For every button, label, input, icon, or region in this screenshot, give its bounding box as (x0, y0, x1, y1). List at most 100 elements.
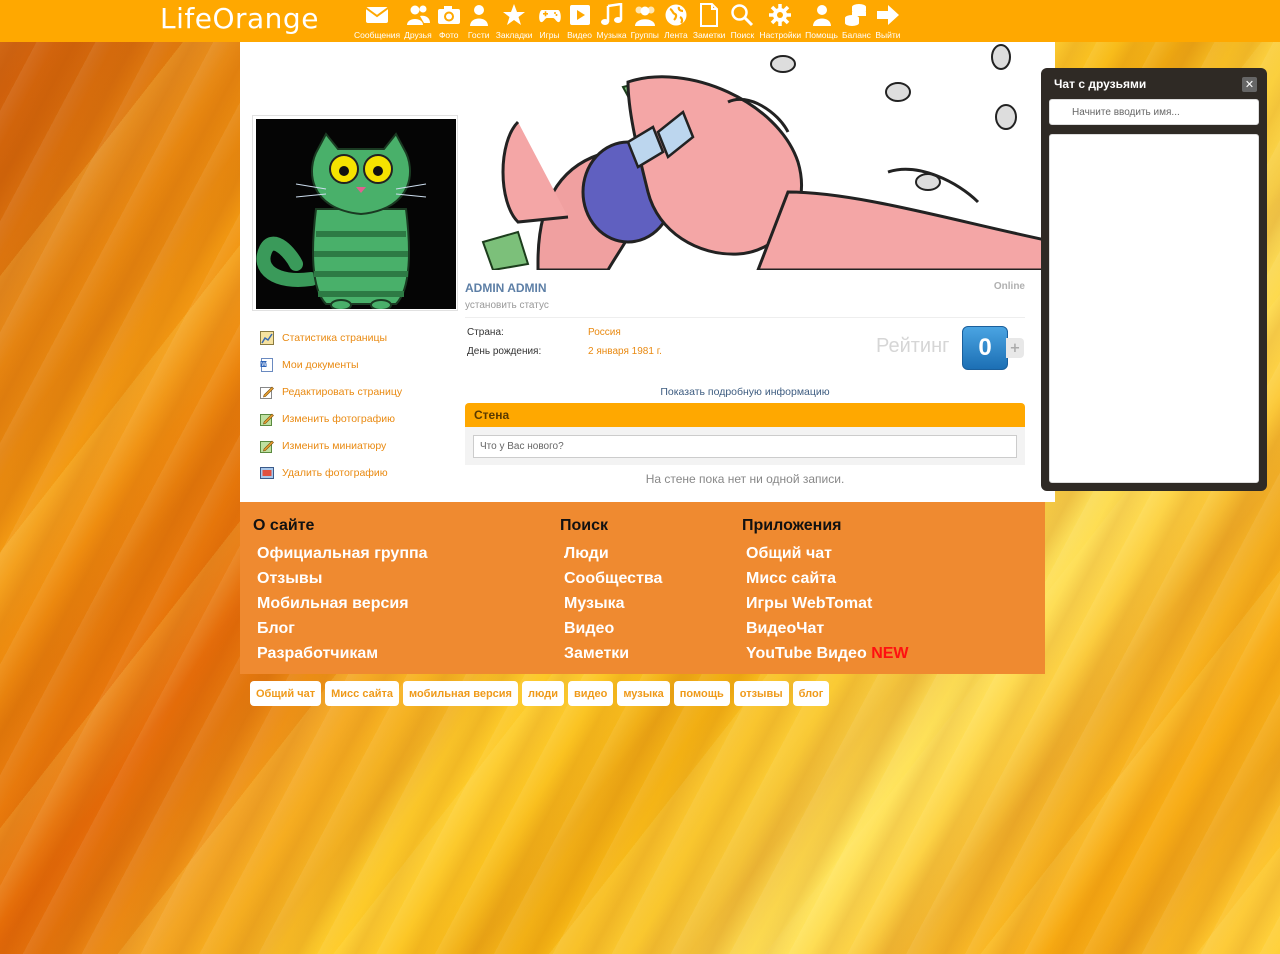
nav-logout[interactable]: Выйти (873, 2, 903, 40)
nav-feed[interactable]: Лента (661, 2, 691, 40)
change-photo-link[interactable]: Изменить фотографию (260, 405, 402, 432)
chat-title: Чат с друзьями (1054, 77, 1147, 91)
nav-balance[interactable]: Баланс (840, 2, 873, 40)
birthday-label: День рождения: (467, 346, 542, 357)
nav-help[interactable]: Помощь (803, 2, 840, 40)
wall-post-input[interactable]: Что у Вас нового? (473, 435, 1017, 458)
change-thumbnail-link[interactable]: Изменить миниатюру (260, 432, 402, 459)
nav-video[interactable]: Видео (565, 2, 595, 40)
birthday-value[interactable]: 2 января 1981 г. (588, 346, 662, 357)
show-more-info-link[interactable]: Показать подробную информацию (465, 386, 1025, 398)
footer-col-apps: Приложения Общий чат Мисс сайта Игры Web… (742, 517, 909, 666)
footer-link[interactable]: Музыка (560, 591, 662, 616)
nav-label: Закладки (495, 30, 533, 40)
footer-link[interactable]: Разработчикам (253, 641, 428, 666)
tag-link[interactable]: отзывы (733, 681, 789, 706)
profile-panel: Статистика страницы W Мои документы Реда… (240, 42, 1055, 502)
friends-icon (405, 2, 431, 28)
footer-link[interactable]: Люди (560, 541, 662, 566)
nav-photo[interactable]: Фото (434, 2, 464, 40)
rating-label: Рейтинг (876, 335, 950, 357)
close-icon[interactable]: ✕ (1242, 77, 1257, 92)
my-documents-link[interactable]: W Мои документы (260, 351, 402, 378)
nav-notes[interactable]: Заметки (691, 2, 728, 40)
nav-label: Настройки (759, 30, 802, 40)
footer-link-label: YouTube Видео (746, 645, 867, 662)
nav-friends[interactable]: Друзья (402, 2, 434, 40)
tag-link[interactable]: блог (792, 681, 830, 706)
nav-label: Выйти (875, 30, 901, 40)
nav-label: Друзья (404, 30, 432, 40)
nav-label: Гости (467, 30, 490, 40)
nav-settings[interactable]: Настройки (757, 2, 803, 40)
document-icon: W (260, 357, 273, 372)
footer-link[interactable]: ВидеоЧат (742, 616, 909, 641)
birthday-row: День рождения: 2 января 1981 г. (467, 346, 662, 357)
nav-label: Помощь (805, 30, 838, 40)
side-link-label: Удалить фотографию (282, 466, 388, 479)
footer-link[interactable]: Отзывы (253, 566, 428, 591)
avatar (256, 119, 456, 309)
footer-link[interactable]: Игры WebTomat (742, 591, 909, 616)
wall-empty-message: На стене пока нет ни одной записи. (645, 472, 845, 486)
footer-link[interactable]: Мисс сайта (742, 566, 909, 591)
wall-header: Стена (465, 403, 1025, 427)
star-icon (501, 2, 527, 28)
note-icon (696, 2, 722, 28)
tag-link[interactable]: Мисс сайта (325, 681, 399, 706)
footer-heading: Приложения (742, 517, 842, 534)
footer-link[interactable]: Блог (253, 616, 428, 641)
new-badge: NEW (871, 645, 909, 662)
nav-groups[interactable]: Группы (629, 2, 661, 40)
footer-link-youtube[interactable]: YouTube Видео NEW (742, 641, 909, 666)
footer-link[interactable]: Заметки (560, 641, 662, 666)
profile-actions: Статистика страницы W Мои документы Реда… (260, 324, 402, 486)
edit-page-link[interactable]: Редактировать страницу (260, 378, 402, 405)
rating-plus-button[interactable]: + (1006, 338, 1024, 358)
footer-link[interactable]: Общий чат (742, 541, 909, 566)
page-stats-link[interactable]: Статистика страницы (260, 324, 402, 351)
delete-photo-link[interactable]: Удалить фотографию (260, 459, 402, 486)
camera-icon (436, 2, 462, 28)
side-link-label: Изменить миниатюру (282, 439, 387, 452)
tag-link[interactable]: музыка (617, 681, 670, 706)
play-icon (567, 2, 593, 28)
exit-arrow-icon (875, 2, 901, 28)
wall-composer: Что у Вас нового? (465, 427, 1025, 465)
gear-icon (767, 2, 793, 28)
nav-guests[interactable]: Гости (464, 2, 494, 40)
country-value[interactable]: Россия (588, 327, 621, 338)
help-person-icon (809, 2, 835, 28)
nav-label: Видео (567, 30, 592, 40)
nav-search[interactable]: Поиск (727, 2, 757, 40)
side-link-label: Статистика страницы (282, 331, 388, 344)
footer-link[interactable]: Видео (560, 616, 662, 641)
groups-icon (632, 2, 658, 28)
avatar-frame[interactable] (252, 115, 458, 311)
music-note-icon (599, 2, 625, 28)
footer-link[interactable]: Официальная группа (253, 541, 428, 566)
envelope-icon (364, 2, 390, 28)
tag-link[interactable]: Общий чат (250, 681, 322, 706)
nav-games[interactable]: Игры (535, 2, 565, 40)
friends-chat: Чат с друзьями ✕ Начните вводить имя... (1041, 68, 1267, 491)
footer-link[interactable]: Мобильная версия (253, 591, 428, 616)
set-status-link[interactable]: установить статус (465, 300, 549, 311)
nav-music[interactable]: Музыка (595, 2, 629, 40)
chat-search-input[interactable]: Начните вводить имя... (1049, 99, 1259, 125)
globe-icon (663, 2, 689, 28)
nav-bookmarks[interactable]: Закладки (494, 2, 535, 40)
country-row: Страна: Россия (467, 327, 621, 338)
nav-label: Музыка (596, 30, 627, 40)
profile-name[interactable]: ADMIN ADMIN (465, 281, 547, 295)
tag-link[interactable]: люди (521, 681, 564, 706)
tag-link[interactable]: видео (567, 681, 614, 706)
nav-messages[interactable]: Сообщения (352, 2, 402, 40)
tag-link[interactable]: мобильная версия (402, 681, 518, 706)
footer-link[interactable]: Сообщества (560, 566, 662, 591)
side-link-label: Мои документы (282, 358, 359, 371)
site-logo[interactable]: LifeOrange (160, 2, 319, 35)
tag-link[interactable]: помощь (673, 681, 730, 706)
nav-label: Лента (664, 30, 688, 40)
side-link-label: Редактировать страницу (282, 385, 403, 398)
